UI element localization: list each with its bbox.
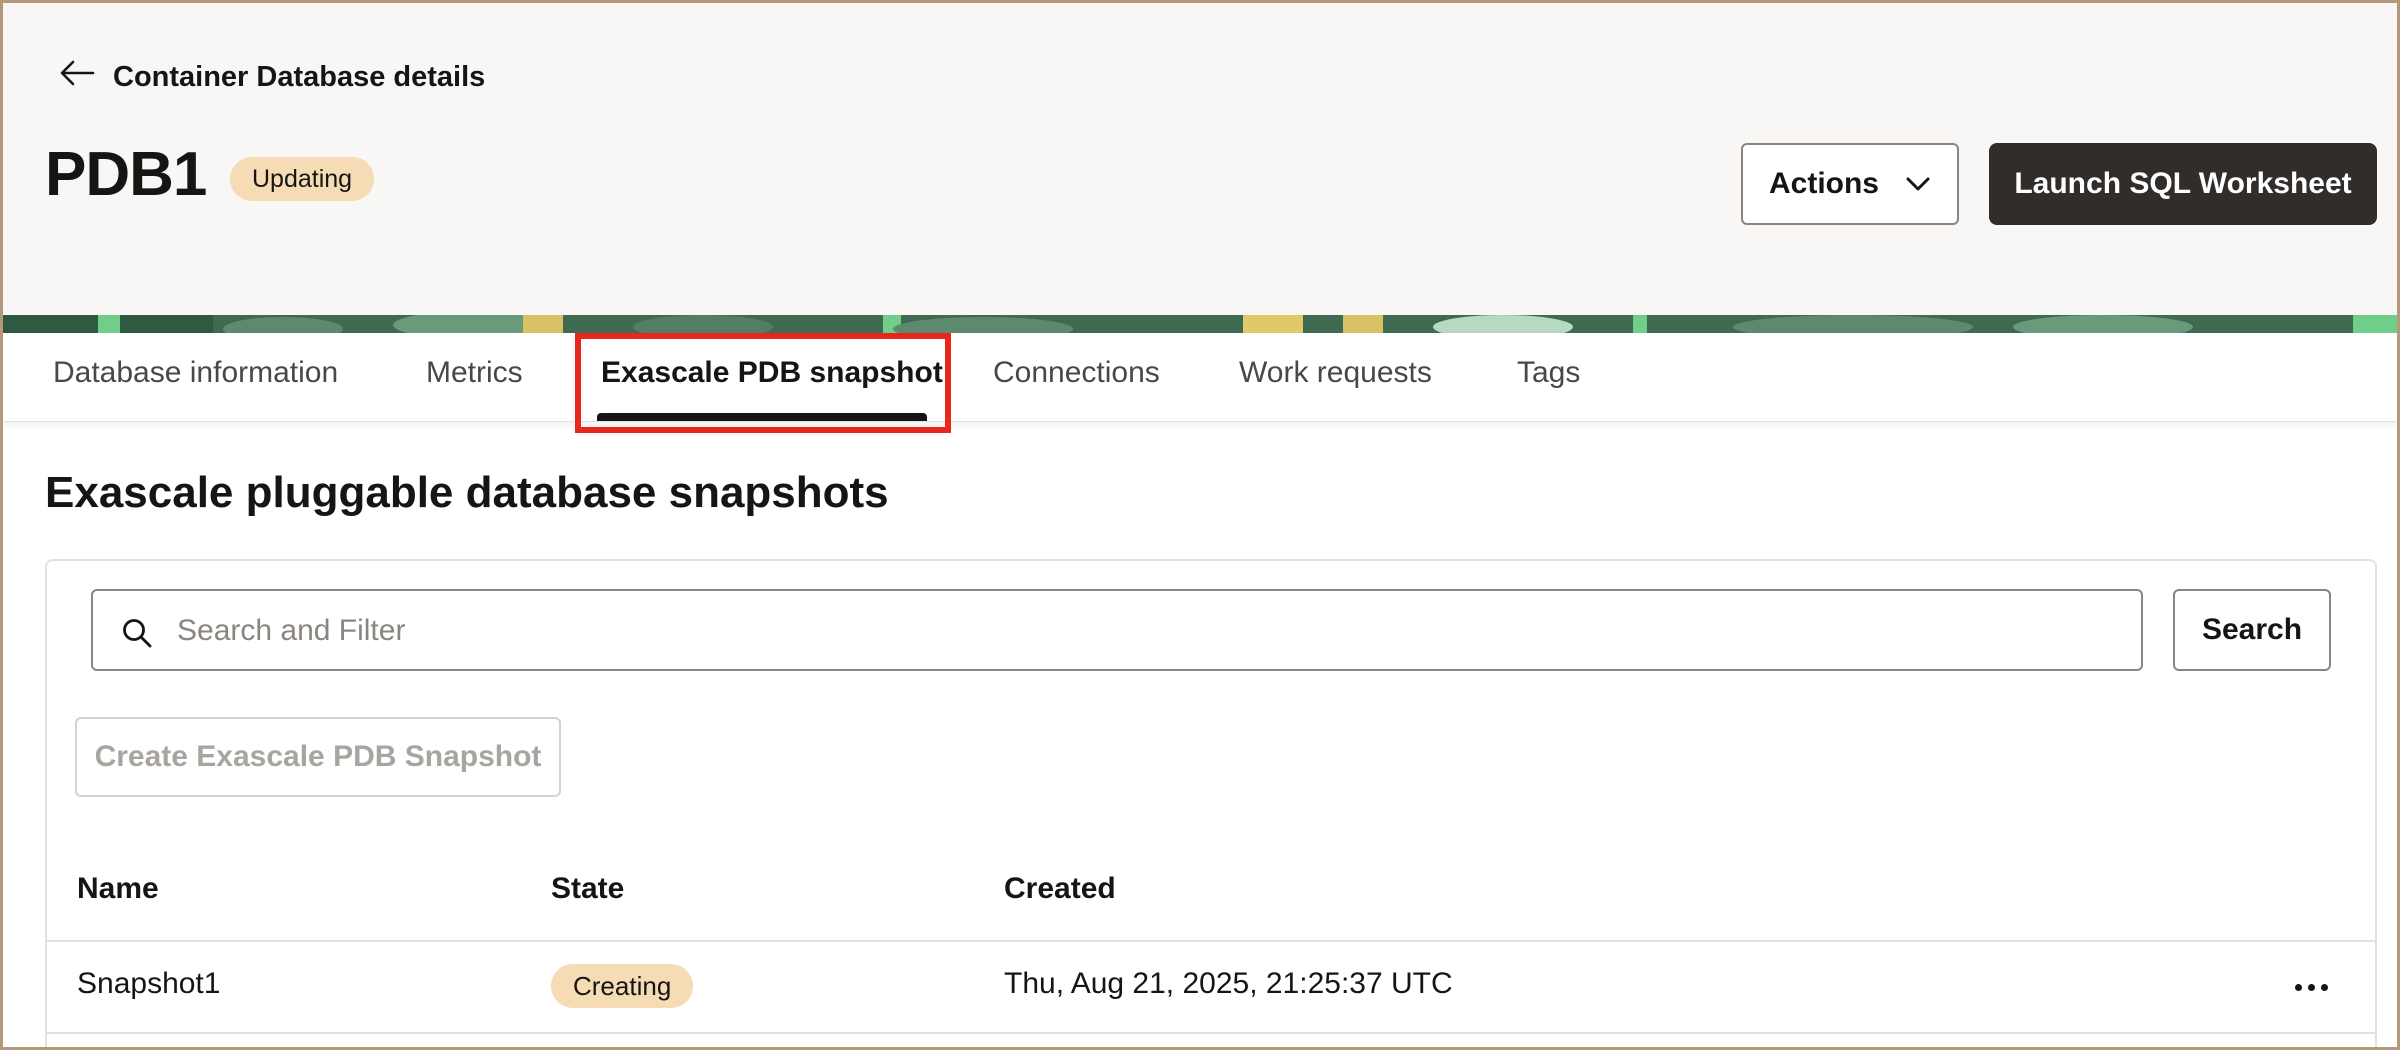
search-input[interactable] xyxy=(175,605,2079,657)
column-header-created[interactable]: Created xyxy=(1004,869,1116,909)
annotation-highlight-box xyxy=(575,333,951,433)
tab-connections[interactable]: Connections xyxy=(993,333,1160,421)
table-row-divider xyxy=(47,1032,2375,1034)
cell-created: Thu, Aug 21, 2025, 21:25:37 UTC xyxy=(1004,967,1453,1000)
page-header: Container Database details PDB1 Updating… xyxy=(3,3,2397,315)
tab-tags[interactable]: Tags xyxy=(1517,333,1580,421)
state-badge: Creating xyxy=(551,964,694,1008)
table-header-divider xyxy=(47,940,2375,942)
column-header-name[interactable]: Name xyxy=(77,869,159,909)
status-badge: Updating xyxy=(230,157,375,201)
actions-button[interactable]: Actions xyxy=(1741,143,1959,225)
tab-work-requests[interactable]: Work requests xyxy=(1239,333,1432,421)
decorative-banner xyxy=(3,315,2397,333)
page-title: PDB1 xyxy=(45,140,207,209)
screenshot-frame: Container Database details PDB1 Updating… xyxy=(0,0,2400,1050)
actions-button-label: Actions xyxy=(1768,167,1879,200)
section-title: Exascale pluggable database snapshots xyxy=(45,468,889,517)
search-button[interactable]: Search xyxy=(2173,589,2331,671)
back-link[interactable]: Container Database details xyxy=(59,55,485,99)
menu-dot xyxy=(2294,983,2302,991)
cell-name[interactable]: Snapshot1 xyxy=(77,964,220,1004)
tab-bar: Database information Metrics Exascale PD… xyxy=(3,333,2397,422)
more-horizontal-icon[interactable] xyxy=(2289,969,2333,1005)
create-snapshot-button[interactable]: Create Exascale PDB Snapshot xyxy=(75,717,561,797)
menu-dot xyxy=(2307,983,2315,991)
column-header-state[interactable]: State xyxy=(551,869,624,909)
menu-dot xyxy=(2320,983,2328,991)
search-box[interactable] xyxy=(91,589,2143,671)
tab-metrics[interactable]: Metrics xyxy=(426,333,523,421)
launch-sql-worksheet-button[interactable]: Launch SQL Worksheet xyxy=(1989,143,2377,225)
arrow-left-icon xyxy=(59,59,95,95)
chevron-down-icon xyxy=(1905,167,1931,201)
tab-database-information[interactable]: Database information xyxy=(53,333,338,421)
back-link-label: Container Database details xyxy=(113,60,486,93)
